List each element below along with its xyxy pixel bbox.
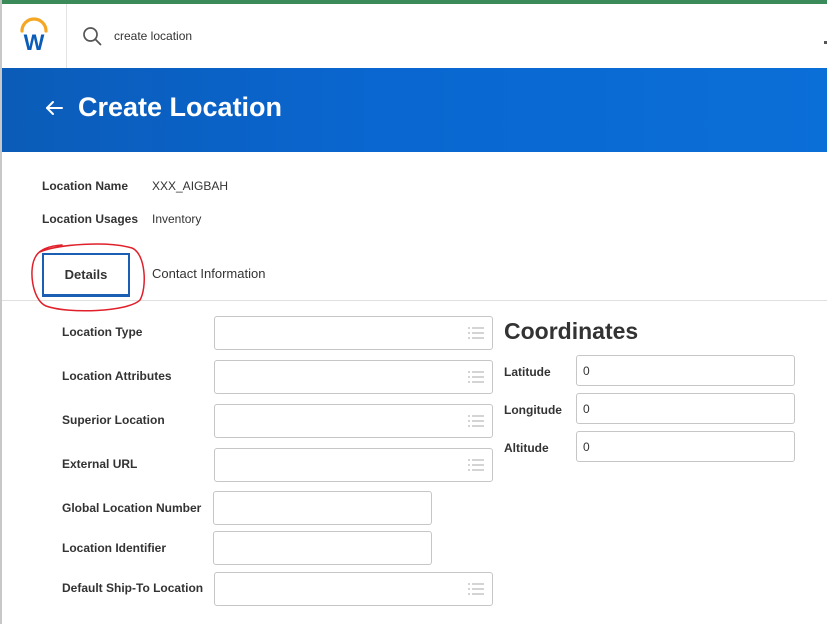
superior-location-label: Superior Location xyxy=(62,413,165,427)
location-identifier-label: Location Identifier xyxy=(62,541,167,555)
latitude-input[interactable] xyxy=(576,355,795,386)
longitude-label: Longitude xyxy=(504,403,562,417)
page-banner: Create Location xyxy=(2,68,827,152)
coordinates-heading: Coordinates xyxy=(504,318,639,344)
list-menu-icon[interactable] xyxy=(468,371,484,383)
svg-text:W: W xyxy=(24,30,45,55)
location-usages-value: Inventory xyxy=(152,212,202,226)
altitude-label: Altitude xyxy=(504,441,549,455)
latitude-label: Latitude xyxy=(504,365,551,379)
location-type-label: Location Type xyxy=(62,325,143,339)
altitude-input[interactable] xyxy=(576,431,795,462)
default-ship-to-location-field[interactable] xyxy=(214,572,493,606)
page-title: Create Location xyxy=(78,92,283,122)
global-location-number-field[interactable] xyxy=(213,491,432,525)
external-url-label: External URL xyxy=(62,457,138,471)
tab-details-label: Details xyxy=(64,267,108,282)
external-url-field[interactable] xyxy=(214,448,493,482)
superior-location-field[interactable] xyxy=(214,404,493,438)
app-header: W xyxy=(2,4,827,68)
global-location-number-label: Global Location Number xyxy=(62,501,202,515)
location-usages-label: Location Usages xyxy=(42,212,139,226)
search-input[interactable] xyxy=(114,24,514,48)
back-arrow-icon[interactable] xyxy=(42,96,66,120)
location-name-value: XXX_AIGBAH xyxy=(152,179,229,193)
location-attributes-label: Location Attributes xyxy=(62,369,172,383)
location-name-label: Location Name xyxy=(42,179,129,193)
workday-logo[interactable]: W xyxy=(2,4,67,68)
tab-details[interactable]: Details xyxy=(42,253,130,297)
location-attributes-field[interactable] xyxy=(214,360,493,394)
longitude-input[interactable] xyxy=(576,393,795,424)
list-menu-icon[interactable] xyxy=(468,459,484,471)
tabs-divider xyxy=(2,300,827,301)
workday-logo-icon: W xyxy=(20,17,48,55)
location-type-field[interactable] xyxy=(214,316,493,350)
search-icon[interactable] xyxy=(82,26,102,46)
default-ship-to-location-label: Default Ship-To Location xyxy=(62,581,204,595)
list-menu-icon[interactable] xyxy=(468,583,484,595)
list-menu-icon[interactable] xyxy=(468,415,484,427)
list-menu-icon[interactable] xyxy=(468,327,484,339)
tab-contact-information[interactable]: Contact Information xyxy=(152,266,265,281)
location-identifier-field[interactable] xyxy=(213,531,432,565)
